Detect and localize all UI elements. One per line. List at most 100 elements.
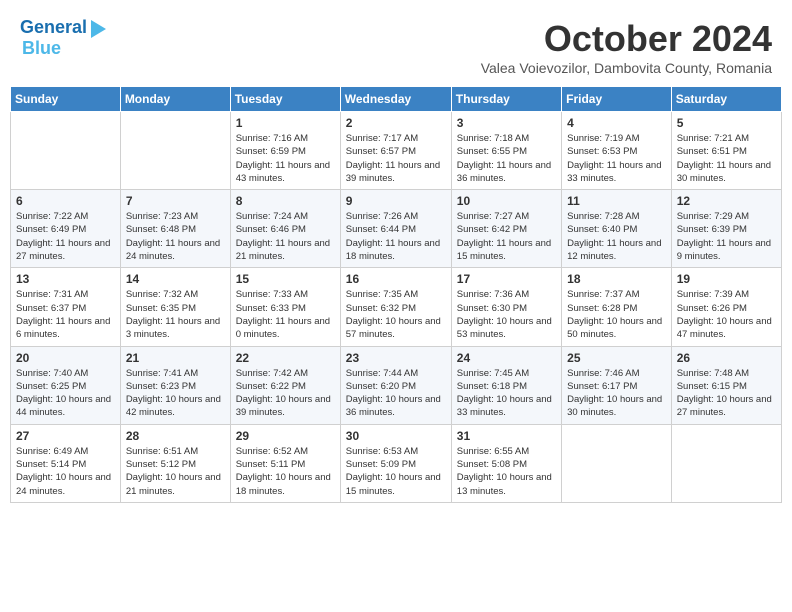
day-number: 7: [126, 194, 225, 208]
day-info: Sunrise: 7:31 AMSunset: 6:37 PMDaylight:…: [16, 288, 115, 341]
calendar-cell: 24Sunrise: 7:45 AMSunset: 6:18 PMDayligh…: [451, 346, 561, 424]
calendar-cell: 14 Sunrise: 7:32 AMSunset: 6:35 PMDayligh…: [120, 268, 230, 346]
day-header-monday: Monday: [120, 87, 230, 112]
calendar-cell: 10 Sunrise: 7:27 AMSunset: 6:42 PMDayligh…: [451, 190, 561, 268]
day-info: Sunrise: 7:27 AMSunset: 6:42 PMDaylight:…: [457, 210, 556, 263]
calendar-cell: 21 Sunrise: 7:41 AMSunset: 6:23 PMDayligh…: [120, 346, 230, 424]
logo-text: General: [20, 18, 87, 38]
calendar-cell: 9 Sunrise: 7:26 AMSunset: 6:44 PMDaylight…: [340, 190, 451, 268]
day-info: Sunrise: 6:53 AMSunset: 5:09 PMDaylight:…: [346, 445, 446, 498]
day-number: 1: [236, 116, 335, 130]
calendar-header-row: SundayMondayTuesdayWednesdayThursdayFrid…: [11, 87, 782, 112]
day-info: Sunrise: 7:26 AMSunset: 6:44 PMDaylight:…: [346, 210, 446, 263]
calendar-cell: 18 Sunrise: 7:37 AMSunset: 6:28 PMDayligh…: [562, 268, 672, 346]
calendar-cell: 4 Sunrise: 7:19 AMSunset: 6:53 PMDaylight…: [562, 112, 672, 190]
day-number: 23: [346, 351, 446, 365]
day-header-saturday: Saturday: [671, 87, 781, 112]
day-info: Sunrise: 7:23 AMSunset: 6:48 PMDaylight:…: [126, 210, 225, 263]
day-number: 18: [567, 272, 666, 286]
day-number: 9: [346, 194, 446, 208]
day-number: 11: [567, 194, 666, 208]
calendar-cell: 17 Sunrise: 7:36 AMSunset: 6:30 PMDayligh…: [451, 268, 561, 346]
calendar-cell: 20 Sunrise: 7:40 AMSunset: 6:25 PMDayligh…: [11, 346, 121, 424]
day-info: Sunrise: 7:18 AMSunset: 6:55 PMDaylight:…: [457, 132, 556, 185]
day-info: Sunrise: 7:33 AMSunset: 6:33 PMDaylight:…: [236, 288, 335, 341]
day-number: 12: [677, 194, 776, 208]
day-info: Sunrise: 7:40 AMSunset: 6:25 PMDaylight:…: [16, 367, 115, 420]
calendar-week-row: 13Sunrise: 7:31 AMSunset: 6:37 PMDayligh…: [11, 268, 782, 346]
calendar-cell: 8 Sunrise: 7:24 AMSunset: 6:46 PMDaylight…: [230, 190, 340, 268]
day-info: Sunrise: 7:24 AMSunset: 6:46 PMDaylight:…: [236, 210, 335, 263]
day-header-tuesday: Tuesday: [230, 87, 340, 112]
day-number: 6: [16, 194, 115, 208]
day-number: 29: [236, 429, 335, 443]
day-number: 24: [457, 351, 556, 365]
day-number: 31: [457, 429, 556, 443]
calendar-cell: 28 Sunrise: 6:51 AMSunset: 5:12 PMDayligh…: [120, 424, 230, 502]
day-info: Sunrise: 6:52 AMSunset: 5:11 PMDaylight:…: [236, 445, 335, 498]
logo-arrow-icon: [91, 20, 106, 38]
logo: General Blue: [20, 18, 106, 59]
day-info: Sunrise: 7:35 AMSunset: 6:32 PMDaylight:…: [346, 288, 446, 341]
day-info: Sunrise: 7:41 AMSunset: 6:23 PMDaylight:…: [126, 367, 225, 420]
calendar-cell: 1Sunrise: 7:16 AMSunset: 6:59 PMDaylight…: [230, 112, 340, 190]
day-info: Sunrise: 7:22 AMSunset: 6:49 PMDaylight:…: [16, 210, 115, 263]
calendar-cell: 25Sunrise: 7:46 AMSunset: 6:17 PMDayligh…: [562, 346, 672, 424]
calendar-week-row: 6 Sunrise: 7:22 AMSunset: 6:49 PMDaylight…: [11, 190, 782, 268]
day-number: 16: [346, 272, 446, 286]
day-number: 21: [126, 351, 225, 365]
day-info: Sunrise: 7:32 AMSunset: 6:35 PMDaylight:…: [126, 288, 225, 341]
title-block: October 2024 Valea Voievozilor, Dambovit…: [481, 18, 772, 76]
calendar-week-row: 1Sunrise: 7:16 AMSunset: 6:59 PMDaylight…: [11, 112, 782, 190]
day-info: Sunrise: 7:39 AMSunset: 6:26 PMDaylight:…: [677, 288, 776, 341]
day-number: 30: [346, 429, 446, 443]
logo-general: General: [20, 17, 87, 37]
day-number: 28: [126, 429, 225, 443]
day-number: 8: [236, 194, 335, 208]
calendar-cell: 29 Sunrise: 6:52 AMSunset: 5:11 PMDayligh…: [230, 424, 340, 502]
day-number: 27: [16, 429, 115, 443]
day-number: 17: [457, 272, 556, 286]
calendar-table: SundayMondayTuesdayWednesdayThursdayFrid…: [10, 86, 782, 503]
day-info: Sunrise: 7:19 AMSunset: 6:53 PMDaylight:…: [567, 132, 666, 185]
day-info: Sunrise: 7:36 AMSunset: 6:30 PMDaylight:…: [457, 288, 556, 341]
day-number: 26: [677, 351, 776, 365]
day-number: 2: [346, 116, 446, 130]
day-header-sunday: Sunday: [11, 87, 121, 112]
day-number: 14: [126, 272, 225, 286]
day-info: Sunrise: 7:46 AMSunset: 6:17 PMDaylight:…: [567, 367, 666, 420]
calendar-cell: 7 Sunrise: 7:23 AMSunset: 6:48 PMDaylight…: [120, 190, 230, 268]
calendar-cell: 5Sunrise: 7:21 AMSunset: 6:51 PMDaylight…: [671, 112, 781, 190]
calendar-cell: 15Sunrise: 7:33 AMSunset: 6:33 PMDayligh…: [230, 268, 340, 346]
page-header: General Blue October 2024 Valea Voievozi…: [10, 10, 782, 80]
day-info: Sunrise: 6:51 AMSunset: 5:12 PMDaylight:…: [126, 445, 225, 498]
day-header-friday: Friday: [562, 87, 672, 112]
day-info: Sunrise: 6:55 AMSunset: 5:08 PMDaylight:…: [457, 445, 556, 498]
calendar-cell: [671, 424, 781, 502]
day-number: 4: [567, 116, 666, 130]
day-info: Sunrise: 7:44 AMSunset: 6:20 PMDaylight:…: [346, 367, 446, 420]
calendar-cell: 26Sunrise: 7:48 AMSunset: 6:15 PMDayligh…: [671, 346, 781, 424]
calendar-week-row: 27 Sunrise: 6:49 AMSunset: 5:14 PMDayligh…: [11, 424, 782, 502]
day-number: 5: [677, 116, 776, 130]
calendar-cell: 3Sunrise: 7:18 AMSunset: 6:55 PMDaylight…: [451, 112, 561, 190]
day-number: 19: [677, 272, 776, 286]
day-number: 20: [16, 351, 115, 365]
day-header-wednesday: Wednesday: [340, 87, 451, 112]
logo-blue-text: Blue: [22, 38, 61, 59]
calendar-cell: 16 Sunrise: 7:35 AMSunset: 6:32 PMDayligh…: [340, 268, 451, 346]
calendar-cell: 22Sunrise: 7:42 AMSunset: 6:22 PMDayligh…: [230, 346, 340, 424]
calendar-cell: 11 Sunrise: 7:28 AMSunset: 6:40 PMDayligh…: [562, 190, 672, 268]
calendar-cell: [120, 112, 230, 190]
calendar-cell: 6 Sunrise: 7:22 AMSunset: 6:49 PMDaylight…: [11, 190, 121, 268]
day-info: Sunrise: 6:49 AMSunset: 5:14 PMDaylight:…: [16, 445, 115, 498]
calendar-cell: 2 Sunrise: 7:17 AMSunset: 6:57 PMDaylight…: [340, 112, 451, 190]
day-info: Sunrise: 7:37 AMSunset: 6:28 PMDaylight:…: [567, 288, 666, 341]
day-info: Sunrise: 7:17 AMSunset: 6:57 PMDaylight:…: [346, 132, 446, 185]
calendar-cell: 12Sunrise: 7:29 AMSunset: 6:39 PMDayligh…: [671, 190, 781, 268]
calendar-cell: [562, 424, 672, 502]
calendar-cell: 19 Sunrise: 7:39 AMSunset: 6:26 PMDayligh…: [671, 268, 781, 346]
day-number: 10: [457, 194, 556, 208]
location-title: Valea Voievozilor, Dambovita County, Rom…: [481, 60, 772, 76]
day-info: Sunrise: 7:28 AMSunset: 6:40 PMDaylight:…: [567, 210, 666, 263]
